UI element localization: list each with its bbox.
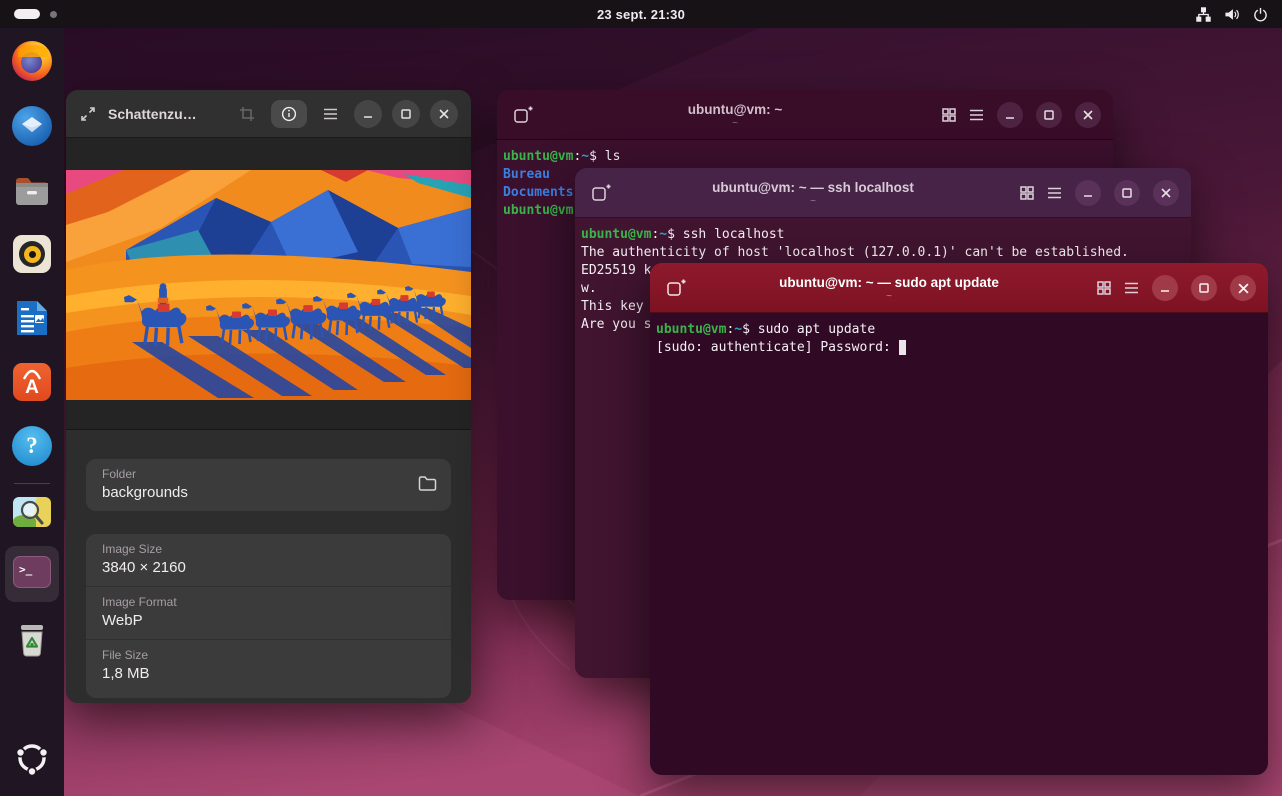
clock[interactable]: 23 sept. 21:30 [0, 7, 1282, 22]
folder-row[interactable]: Folder backgrounds [86, 459, 451, 511]
open-folder-icon[interactable] [418, 475, 437, 496]
dock-item-rhythmbox[interactable] [12, 234, 52, 274]
tabs-overview-icon[interactable] [942, 108, 956, 122]
terminal-header-bar[interactable]: ubuntu@vm: ~ ~ [497, 90, 1113, 140]
terminal-line: [sudo: authenticate] Password: [656, 339, 1268, 357]
terminal-header-bar[interactable]: ubuntu@vm: ~ — ssh localhost ~ [575, 168, 1191, 218]
terminal-title: ubuntu@vm: ~ — sudo apt update [779, 275, 999, 290]
image-viewer-icon [13, 497, 51, 527]
terminal-icon: >_ [13, 556, 51, 588]
terminal-subtitle: ~ [886, 291, 892, 302]
fullscreen-icon[interactable] [80, 106, 96, 122]
terminal-title: ubuntu@vm: ~ — ssh localhost [712, 180, 914, 195]
file-size-value: 1,8 MB [102, 665, 435, 682]
terminal-menu-icon[interactable] [1124, 282, 1139, 294]
image-format-value: WebP [102, 612, 435, 629]
network-icon [1196, 7, 1211, 22]
terminal-close-button[interactable] [1153, 180, 1179, 206]
folder-label: Folder [102, 467, 435, 481]
terminal-subtitle: ~ [810, 196, 816, 207]
terminal-maximize-button[interactable] [1036, 102, 1062, 128]
dock-separator [14, 483, 50, 484]
terminal-subtitle: ~ [732, 118, 738, 129]
viewer-minimize-button[interactable] [354, 100, 382, 128]
thunderbird-icon [12, 106, 52, 146]
dock-item-image-viewer[interactable] [12, 492, 52, 532]
libreoffice-icon [15, 299, 49, 337]
help-icon: ? [12, 426, 52, 466]
terminal-header-bar[interactable]: ubuntu@vm: ~ — sudo apt update ~ [650, 263, 1268, 313]
image-size-label: Image Size [102, 542, 435, 556]
terminal-line: ubuntu@vm:~$ ls [503, 148, 1113, 166]
terminal-close-button[interactable] [1230, 275, 1256, 301]
terminal-menu-icon[interactable] [1047, 187, 1062, 199]
terminal-close-button[interactable] [1075, 102, 1101, 128]
terminal-title: ubuntu@vm: ~ [688, 102, 783, 117]
app-center-icon: A [13, 363, 51, 401]
terminal-minimize-button[interactable] [997, 102, 1023, 128]
camel-caravan-image[interactable] [66, 170, 471, 400]
dock-item-help[interactable]: ? [12, 426, 52, 466]
viewer-header-bar[interactable]: Schattenzu… [66, 90, 471, 138]
viewer-window-title: Schattenzu… [108, 106, 197, 122]
image-info-button[interactable] [271, 100, 307, 128]
dock-item-terminal[interactable]: >_ [12, 552, 52, 592]
terminal-line: ubuntu@vm:~$ sudo apt update [656, 321, 1268, 339]
terminal-output[interactable]: ubuntu@vm:~$ sudo apt update[sudo: authe… [650, 313, 1268, 775]
new-tab-icon[interactable] [513, 105, 533, 125]
terminal-menu-icon[interactable] [969, 109, 984, 121]
trash-icon [14, 621, 50, 659]
terminal-minimize-button[interactable] [1152, 275, 1178, 301]
image-viewer-window: Schattenzu… [66, 90, 471, 703]
image-size-row: Image Size 3840 × 2160 [86, 534, 451, 586]
system-tray[interactable] [1196, 7, 1282, 22]
top-bar: 23 sept. 21:30 [0, 0, 1282, 28]
dock: A ? >_ [0, 28, 64, 796]
terminal-line: The authenticity of host 'localhost (127… [581, 244, 1191, 262]
dock-item-trash[interactable] [12, 620, 52, 660]
image-size-value: 3840 × 2160 [102, 559, 435, 576]
tabs-overview-icon[interactable] [1097, 281, 1111, 295]
crop-icon[interactable] [239, 106, 255, 122]
new-tab-icon[interactable] [591, 183, 611, 203]
files-icon [13, 174, 51, 208]
tabs-overview-icon[interactable] [1020, 186, 1034, 200]
dock-item-thunderbird[interactable] [12, 106, 52, 146]
viewer-maximize-button[interactable] [392, 100, 420, 128]
dock-item-firefox[interactable] [12, 41, 52, 81]
file-size-label: File Size [102, 648, 435, 662]
terminal-window-sudo-apt-update: ubuntu@vm: ~ — sudo apt update ~ ubuntu@… [650, 263, 1268, 775]
dock-item-app-center[interactable]: A [12, 362, 52, 402]
image-format-label: Image Format [102, 595, 435, 609]
image-format-row: Image Format WebP [86, 587, 451, 639]
volume-icon [1224, 7, 1240, 22]
viewer-menu-icon[interactable] [323, 108, 338, 120]
dock-item-files[interactable] [12, 171, 52, 211]
image-details-card: Image Size 3840 × 2160 Image Format WebP… [86, 534, 451, 698]
firefox-icon [12, 41, 52, 81]
terminal-line: ubuntu@vm:~$ ssh localhost [581, 226, 1191, 244]
file-size-row: File Size 1,8 MB [86, 640, 451, 692]
folder-card[interactable]: Folder backgrounds [86, 459, 451, 511]
dock-item-libreoffice[interactable] [12, 298, 52, 338]
folder-value: backgrounds [102, 484, 435, 501]
terminal-maximize-button[interactable] [1191, 275, 1217, 301]
ubuntu-logo-icon [13, 739, 51, 777]
terminal-minimize-button[interactable] [1075, 180, 1101, 206]
new-tab-icon[interactable] [666, 278, 686, 298]
terminal-maximize-button[interactable] [1114, 180, 1140, 206]
dock-item-show-apps[interactable] [12, 738, 52, 778]
power-icon [1253, 7, 1268, 22]
rhythmbox-icon [13, 235, 51, 273]
viewer-close-button[interactable] [430, 100, 458, 128]
image-properties-panel: Folder backgrounds Image Size 3840 × 216… [66, 429, 471, 703]
